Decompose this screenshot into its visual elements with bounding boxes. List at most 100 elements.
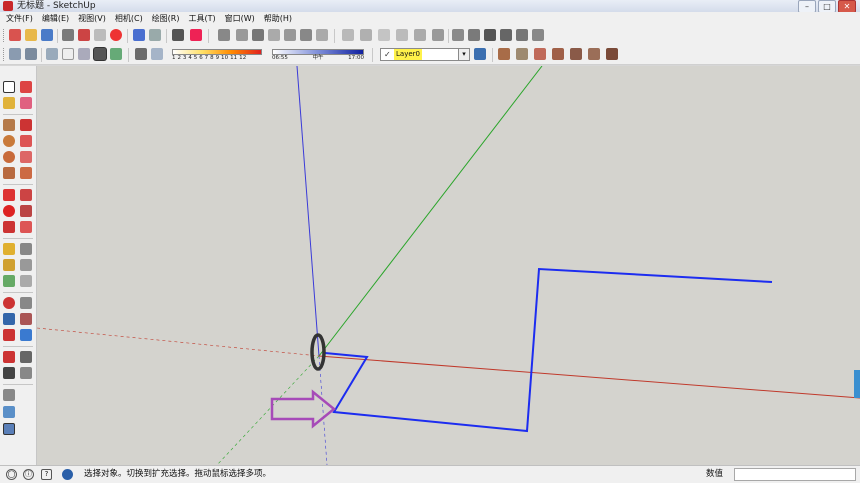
shadow-time-slider[interactable]: 06:55 中午 17:00 xyxy=(272,49,364,61)
component-icon[interactable] xyxy=(9,48,21,60)
pan-icon[interactable] xyxy=(20,297,32,309)
flip-edge-icon[interactable] xyxy=(432,29,444,41)
right-view-icon[interactable] xyxy=(500,29,512,41)
solid-trim-icon[interactable] xyxy=(570,48,582,60)
shadow-month-slider[interactable]: 1 2 3 4 5 6 7 8 9 10 11 12 xyxy=(172,49,262,61)
shadow-settings-icon[interactable] xyxy=(135,48,147,60)
protractor-icon[interactable] xyxy=(3,259,15,271)
drawing-area[interactable] xyxy=(37,66,860,465)
outer-shell-icon[interactable] xyxy=(606,48,618,60)
axes-tool-icon[interactable] xyxy=(3,275,15,287)
walk-icon[interactable] xyxy=(342,29,354,41)
push-tool-icon[interactable] xyxy=(20,189,32,201)
menu-view[interactable]: 视图(V) xyxy=(78,12,106,26)
section-plane-tool-icon[interactable] xyxy=(20,367,32,379)
delete-icon[interactable] xyxy=(110,29,122,41)
dimension-icon[interactable] xyxy=(20,243,32,255)
share-model-icon[interactable] xyxy=(3,423,15,435)
toolbar-grip[interactable] xyxy=(3,29,7,42)
make-component-icon[interactable] xyxy=(218,29,230,41)
zoom-window-icon[interactable] xyxy=(20,313,32,325)
geo-location-icon[interactable]: ◯ xyxy=(6,469,17,480)
text-tool-icon[interactable] xyxy=(20,259,32,271)
undo-icon[interactable] xyxy=(133,29,145,41)
scale-tool-icon[interactable] xyxy=(3,221,15,233)
paint-bucket-icon[interactable] xyxy=(3,97,15,109)
display-shadows-icon[interactable] xyxy=(151,48,163,60)
wireframe-style-icon[interactable] xyxy=(62,48,74,60)
wireframe-icon[interactable] xyxy=(316,29,328,41)
3d-text-icon[interactable] xyxy=(20,275,32,287)
iso-view-icon[interactable] xyxy=(452,29,464,41)
zoom-extents-icon[interactable] xyxy=(3,329,15,341)
position-camera-icon[interactable] xyxy=(378,29,390,41)
layer-manager-icon[interactable] xyxy=(474,48,486,60)
arc-tool-icon[interactable] xyxy=(20,135,32,147)
left-view-icon[interactable] xyxy=(532,29,544,41)
menu-camera[interactable]: 相机(C) xyxy=(115,12,143,26)
xray-icon[interactable] xyxy=(284,29,296,41)
polygon-tool-icon[interactable] xyxy=(3,151,15,163)
cut-icon[interactable] xyxy=(62,29,74,41)
previous-view-icon[interactable] xyxy=(20,329,32,341)
offset-tool-icon[interactable] xyxy=(20,221,32,233)
drawn-edge-path[interactable] xyxy=(324,267,773,433)
section-cut-icon[interactable] xyxy=(268,29,280,41)
solid-split-icon[interactable] xyxy=(588,48,600,60)
push-pull-icon[interactable] xyxy=(3,167,15,179)
eraser-icon[interactable] xyxy=(20,97,32,109)
back-view-icon[interactable] xyxy=(516,29,528,41)
group-icon[interactable] xyxy=(25,48,37,60)
open-file-icon[interactable] xyxy=(25,29,37,41)
position-camera-tool-icon[interactable] xyxy=(3,351,15,363)
top-view-icon[interactable] xyxy=(468,29,480,41)
textured-style-icon[interactable] xyxy=(110,48,122,60)
solid-union-icon[interactable] xyxy=(516,48,528,60)
menu-help[interactable]: 帮助(H) xyxy=(264,12,292,26)
solid-subtract-icon[interactable] xyxy=(534,48,546,60)
save-icon[interactable] xyxy=(41,29,53,41)
shaded-style-icon[interactable] xyxy=(94,48,106,60)
paint-icon[interactable] xyxy=(78,29,90,41)
follow-me-icon[interactable] xyxy=(20,167,32,179)
hidden-line-style-icon[interactable] xyxy=(78,48,90,60)
model-info-icon[interactable] xyxy=(190,29,202,41)
add-location-icon[interactable] xyxy=(3,389,15,401)
paste-icon[interactable] xyxy=(94,29,106,41)
freehand-tool-icon[interactable] xyxy=(20,151,32,163)
menu-tools[interactable]: 工具(T) xyxy=(189,12,216,26)
user-icon[interactable]: ? xyxy=(41,469,52,480)
follow-tool-icon[interactable] xyxy=(20,205,32,217)
rectangle-tool-icon[interactable] xyxy=(3,119,15,131)
menu-file[interactable]: 文件(F) xyxy=(6,12,33,26)
orbit-icon[interactable] xyxy=(3,297,15,309)
back-edges-icon[interactable] xyxy=(300,29,312,41)
redo-icon[interactable] xyxy=(149,29,161,41)
menu-edit[interactable]: 编辑(E) xyxy=(42,12,69,26)
menu-draw[interactable]: 绘图(R) xyxy=(152,12,180,26)
select-tool-icon[interactable] xyxy=(3,81,15,93)
walk-tool-icon[interactable] xyxy=(3,367,15,379)
smoove-icon[interactable] xyxy=(414,29,426,41)
credits-icon[interactable]: ⓘ xyxy=(23,469,34,480)
menu-window[interactable]: 窗口(W) xyxy=(225,12,255,26)
look-around-tool-icon[interactable] xyxy=(20,351,32,363)
front-view-icon[interactable] xyxy=(484,29,496,41)
tape-measure-icon[interactable] xyxy=(3,243,15,255)
move-tool-icon[interactable] xyxy=(3,189,15,201)
xray-style-icon[interactable] xyxy=(46,48,58,60)
get-models-icon[interactable] xyxy=(3,406,15,418)
layer-dropdown[interactable]: ✓ Layer0 ▾ xyxy=(380,48,470,61)
rotate-tool-icon[interactable] xyxy=(3,205,15,217)
section-tool-icon[interactable] xyxy=(498,48,510,60)
chevron-down-icon[interactable]: ▾ xyxy=(458,49,469,60)
instructor-icon[interactable] xyxy=(62,469,73,480)
line-tool-icon[interactable] xyxy=(20,119,32,131)
solid-intersect-icon[interactable] xyxy=(552,48,564,60)
print-icon[interactable] xyxy=(172,29,184,41)
toolbar-grip[interactable] xyxy=(3,48,7,61)
sandbox-icon[interactable] xyxy=(396,29,408,41)
zoom-icon[interactable] xyxy=(3,313,15,325)
section-plane-icon[interactable] xyxy=(236,29,248,41)
circle-tool-icon[interactable] xyxy=(3,135,15,147)
